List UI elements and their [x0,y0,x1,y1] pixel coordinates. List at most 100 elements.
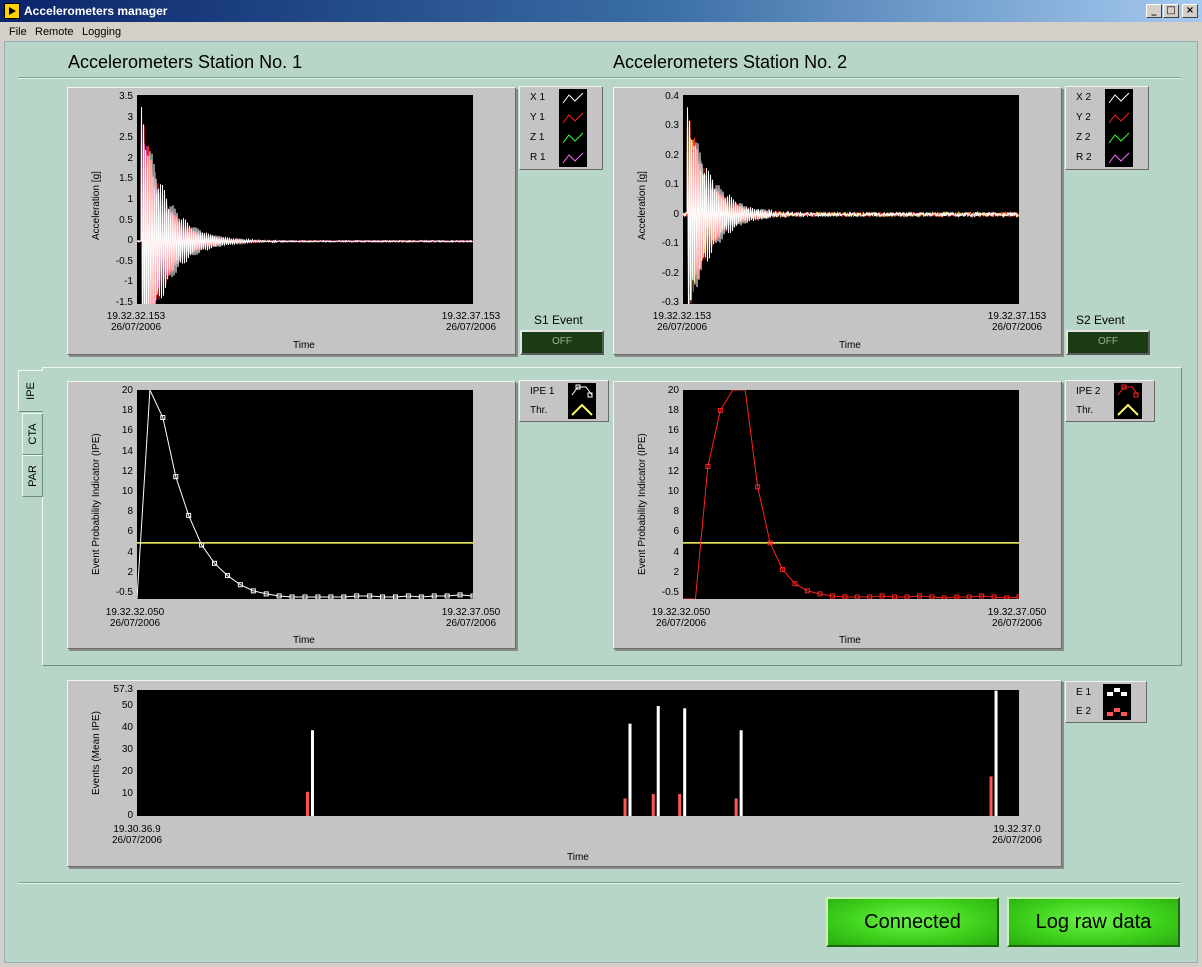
ipe-trace [683,390,1019,599]
minimize-button[interactable]: _ [1146,4,1162,18]
legend-ipe2: IPE 2 [1076,386,1100,397]
log-raw-data-button[interactable]: Log raw data [1007,897,1180,947]
event-bar-e2 [735,798,738,816]
y-tick-label: -0.5 [93,587,133,598]
y-tick-label: 14 [93,446,133,457]
y-tick-label: 10 [639,486,679,497]
legend-x1: X 1 [530,92,545,103]
event-bar-e1 [683,708,686,816]
tab-cta[interactable]: CTA [22,413,43,455]
accel-1-legend: X 1 Y 1 Z 1 R 1 [519,86,603,170]
ipe-plot-2[interactable] [683,390,1019,599]
y-tick-label: 10 [93,788,133,799]
ipe-2-xlabel: Time [839,635,861,646]
legend-swatch-1 [559,89,587,167]
events-plot[interactable] [137,690,1019,816]
ipe-2-xstart: 19.32.32.050 26/07/2006 [647,607,715,629]
tab-par[interactable]: PAR [22,455,43,497]
ipe-trace [137,390,473,599]
y-tick-label: 1 [93,194,133,205]
station-1-title: Accelerometers Station No. 1 [68,52,302,73]
y-tick-label: 18 [639,405,679,416]
y-tick-label: 3 [93,112,133,123]
app-icon [4,3,20,19]
accel-trace [137,116,473,304]
y-tick-label: 12 [93,466,133,477]
menu-remote[interactable]: Remote [35,26,74,38]
maximize-button[interactable]: □ [1163,4,1179,18]
y-tick-label: -0.5 [639,587,679,598]
events-xend: 19.32.37.0 26/07/2006 [986,824,1048,846]
legend-e2: E 2 [1076,706,1091,717]
y-tick-label: 0.4 [639,91,679,102]
events-xlabel: Time [567,852,589,863]
event-bar-e2 [990,776,993,816]
y-tick-label: 16 [639,425,679,436]
event-bar-e2 [652,794,655,816]
y-tick-label: 10 [93,486,133,497]
legend-y2: Y 2 [1076,112,1091,123]
y-tick-label: 6 [639,526,679,537]
accel-trace [683,107,1019,304]
ipe-1-xlabel: Time [293,635,315,646]
y-tick-label: 0 [639,209,679,220]
event-bar-e1 [657,706,660,816]
legend-thr1: Thr. [530,405,547,416]
y-tick-label: -0.2 [639,268,679,279]
tab-ipe[interactable]: IPE [18,370,43,412]
legend-z1: Z 1 [530,132,544,143]
accel-2-xlabel: Time [839,340,861,351]
y-tick-label: -0.3 [639,297,679,308]
legend-events-swatch [1103,684,1131,720]
legend-x2: X 2 [1076,92,1091,103]
y-tick-label: 4 [639,547,679,558]
ipe-traces-1 [137,390,473,599]
event-bar-e2 [306,792,309,816]
menu-bar: File Remote Logging [0,22,1202,41]
legend-ipe2-swatch [1114,383,1142,419]
ipe-1-xstart: 19.32.32.050 26/07/2006 [101,607,169,629]
legend-thr2: Thr. [1076,405,1093,416]
y-tick-label: 50 [93,700,133,711]
ipe-2-xend: 19.32.37.050 26/07/2006 [983,607,1051,629]
s1-event-led[interactable]: OFF [520,330,604,355]
event-bar-e2 [624,798,627,816]
y-tick-label: 0.1 [639,179,679,190]
y-tick-label: -0.5 [93,256,133,267]
y-tick-label: 2 [93,567,133,578]
y-tick-label: 0.5 [93,215,133,226]
connected-button[interactable]: Connected [826,897,999,947]
y-tick-label: 3.5 [93,91,133,102]
ipe-1-xend: 19.32.37.050 26/07/2006 [437,607,505,629]
y-tick-label: 8 [639,506,679,517]
y-tick-label: 6 [93,526,133,537]
ipe-plot-1[interactable] [137,390,473,599]
events-bars [137,690,1019,816]
event-bar-e1 [311,730,314,816]
divider-top [18,77,1181,79]
accel-plot-2[interactable] [683,95,1019,304]
y-tick-label: 0 [93,235,133,246]
legend-r2: R 2 [1076,152,1092,163]
legend-e1: E 1 [1076,687,1091,698]
menu-logging[interactable]: Logging [82,26,121,38]
y-tick-label: 2.5 [93,132,133,143]
accel-trace [137,107,473,304]
s2-event-label: S2 Event [1076,313,1125,327]
s1-event-label: S1 Event [534,313,583,327]
y-tick-label: 0.2 [639,150,679,161]
legend-swatch-2 [1105,89,1133,167]
y-tick-label: 20 [93,766,133,777]
event-bar-e2 [678,794,681,816]
accel-2-xend: 19.32.37.153 26/07/2006 [984,311,1050,333]
close-button[interactable]: × [1182,4,1198,18]
y-tick-label: 4 [93,547,133,558]
accel-2-xstart: 19.32.32.153 26/07/2006 [650,311,714,333]
events-legend: E 1 E 2 [1065,681,1147,723]
y-tick-label: 40 [93,722,133,733]
y-tick-label: 20 [93,385,133,396]
y-tick-label: 8 [93,506,133,517]
accel-plot-1[interactable] [137,95,473,304]
s2-event-led[interactable]: OFF [1066,330,1150,355]
menu-file[interactable]: File [9,26,27,38]
